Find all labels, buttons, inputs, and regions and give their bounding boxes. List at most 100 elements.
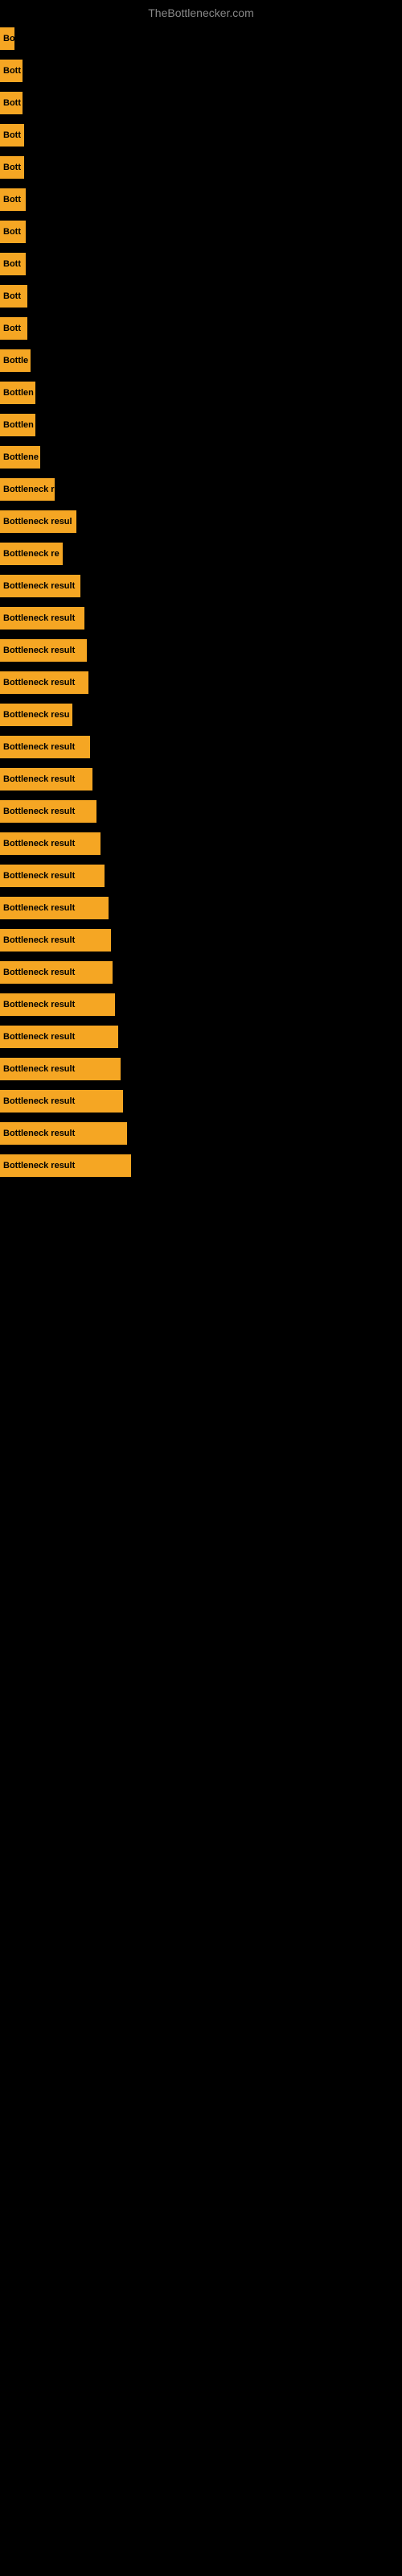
bar-fill: Bottleneck result — [0, 1090, 123, 1113]
bar-fill: Bottleneck result — [0, 736, 90, 758]
bar-label: Bottlen — [3, 420, 34, 430]
bar-row: Bottlen — [0, 409, 402, 441]
bar-row: Bottleneck result — [0, 667, 402, 699]
site-title: TheBottlenecker.com — [0, 0, 402, 23]
bar-row: Bottleneck result — [0, 892, 402, 924]
bar-row: Bottleneck result — [0, 731, 402, 763]
bar-fill: Bott — [0, 124, 24, 147]
bar-label: Bott — [3, 259, 21, 269]
bar-row: Bott — [0, 312, 402, 345]
bar-row: Bott — [0, 280, 402, 312]
bar-fill: Bott — [0, 188, 26, 211]
bar-fill: Bott — [0, 253, 26, 275]
bar-row: Bottle — [0, 345, 402, 377]
bar-label: Bottleneck result — [3, 742, 75, 752]
bar-label: Bottleneck result — [3, 839, 75, 848]
bar-fill: Bottleneck result — [0, 832, 100, 855]
bar-row: Bottleneck result — [0, 1021, 402, 1053]
bar-row: Bottleneck result — [0, 1117, 402, 1150]
bar-fill: Bottleneck result — [0, 1058, 121, 1080]
bar-fill: Bottleneck result — [0, 639, 87, 662]
bar-row: Bottleneck result — [0, 860, 402, 892]
bar-row: Bottlen — [0, 377, 402, 409]
bar-fill: Bottlen — [0, 414, 35, 436]
bar-label: Bott — [3, 66, 21, 76]
bar-row: Bottleneck result — [0, 956, 402, 989]
bar-label: Bott — [3, 98, 21, 108]
bar-row: Bottleneck result — [0, 795, 402, 828]
bar-row: Bottleneck r — [0, 473, 402, 506]
bar-row: Bottleneck result — [0, 1085, 402, 1117]
bar-row: Bottleneck result — [0, 763, 402, 795]
bar-fill: Bottleneck result — [0, 575, 80, 597]
bar-row: Bottleneck resu — [0, 699, 402, 731]
bar-fill: Bottleneck result — [0, 993, 115, 1016]
bar-label: Bottleneck result — [3, 646, 75, 655]
bar-fill: Bottleneck re — [0, 543, 63, 565]
bar-label: Bottleneck re — [3, 549, 59, 559]
bar-fill: Bottleneck result — [0, 1026, 118, 1048]
bar-fill: Bott — [0, 317, 27, 340]
bar-fill: Bott — [0, 156, 24, 179]
bar-fill: Bottleneck result — [0, 929, 111, 952]
bar-fill: Bottleneck resul — [0, 510, 76, 533]
bar-fill: Bottleneck result — [0, 897, 109, 919]
bar-row: Bottleneck re — [0, 538, 402, 570]
bar-row: Bottleneck result — [0, 570, 402, 602]
bar-fill: Bott — [0, 285, 27, 308]
bar-row: Bott — [0, 248, 402, 280]
bar-label: Bottleneck result — [3, 871, 75, 881]
bar-label: Bottleneck result — [3, 807, 75, 816]
bar-row: Bottleneck resul — [0, 506, 402, 538]
bar-row: Bottleneck result — [0, 1053, 402, 1085]
bar-row: Bottleneck result — [0, 924, 402, 956]
bar-fill: Bottleneck result — [0, 768, 92, 791]
bar-fill: Bott — [0, 221, 26, 243]
bar-label: Bottleneck result — [3, 1000, 75, 1009]
bar-label: Bottlene — [3, 452, 39, 462]
bar-fill: Bottlen — [0, 382, 35, 404]
bar-fill: Bottleneck result — [0, 671, 88, 694]
bar-row: Bottlene — [0, 441, 402, 473]
bar-label: Bottleneck result — [3, 1096, 75, 1106]
bar-label: Bottlen — [3, 388, 34, 398]
bar-fill: Bottleneck r — [0, 478, 55, 501]
bar-row: Bott — [0, 119, 402, 151]
bar-label: Bottleneck r — [3, 485, 55, 494]
bar-fill: Bottleneck result — [0, 1122, 127, 1145]
bar-label: Bottleneck result — [3, 935, 75, 945]
bar-row: Bott — [0, 151, 402, 184]
bar-row: Bott — [0, 55, 402, 87]
bar-row: Bottleneck result — [0, 1150, 402, 1182]
bar-label: Bottleneck resu — [3, 710, 70, 720]
bar-label: Bottleneck resul — [3, 517, 72, 526]
bar-fill: Bottlene — [0, 446, 40, 469]
bar-fill: Bo — [0, 27, 14, 50]
bar-label: Bottleneck result — [3, 1161, 75, 1170]
bar-fill: Bottle — [0, 349, 31, 372]
bar-label: Bott — [3, 227, 21, 237]
bar-row: Bott — [0, 216, 402, 248]
bar-label: Bott — [3, 195, 21, 204]
bar-fill: Bott — [0, 92, 23, 114]
bar-label: Bottleneck result — [3, 774, 75, 784]
bar-row: Bottleneck result — [0, 634, 402, 667]
bar-label: Bottleneck result — [3, 1064, 75, 1074]
bar-label: Bott — [3, 291, 21, 301]
bar-label: Bott — [3, 163, 21, 172]
bar-row: Bottleneck result — [0, 989, 402, 1021]
bar-row: Bo — [0, 23, 402, 55]
bar-label: Bott — [3, 324, 21, 333]
bar-fill: Bottleneck result — [0, 800, 96, 823]
bar-label: Bo — [3, 34, 15, 43]
bar-fill: Bott — [0, 60, 23, 82]
bar-fill: Bottleneck result — [0, 1154, 131, 1177]
bar-row: Bott — [0, 184, 402, 216]
bar-fill: Bottleneck result — [0, 865, 105, 887]
bar-row: Bottleneck result — [0, 828, 402, 860]
bar-label: Bottleneck result — [3, 678, 75, 687]
bar-label: Bottle — [3, 356, 28, 365]
bar-label: Bottleneck result — [3, 903, 75, 913]
bar-label: Bottleneck result — [3, 968, 75, 977]
bar-row: Bott — [0, 87, 402, 119]
